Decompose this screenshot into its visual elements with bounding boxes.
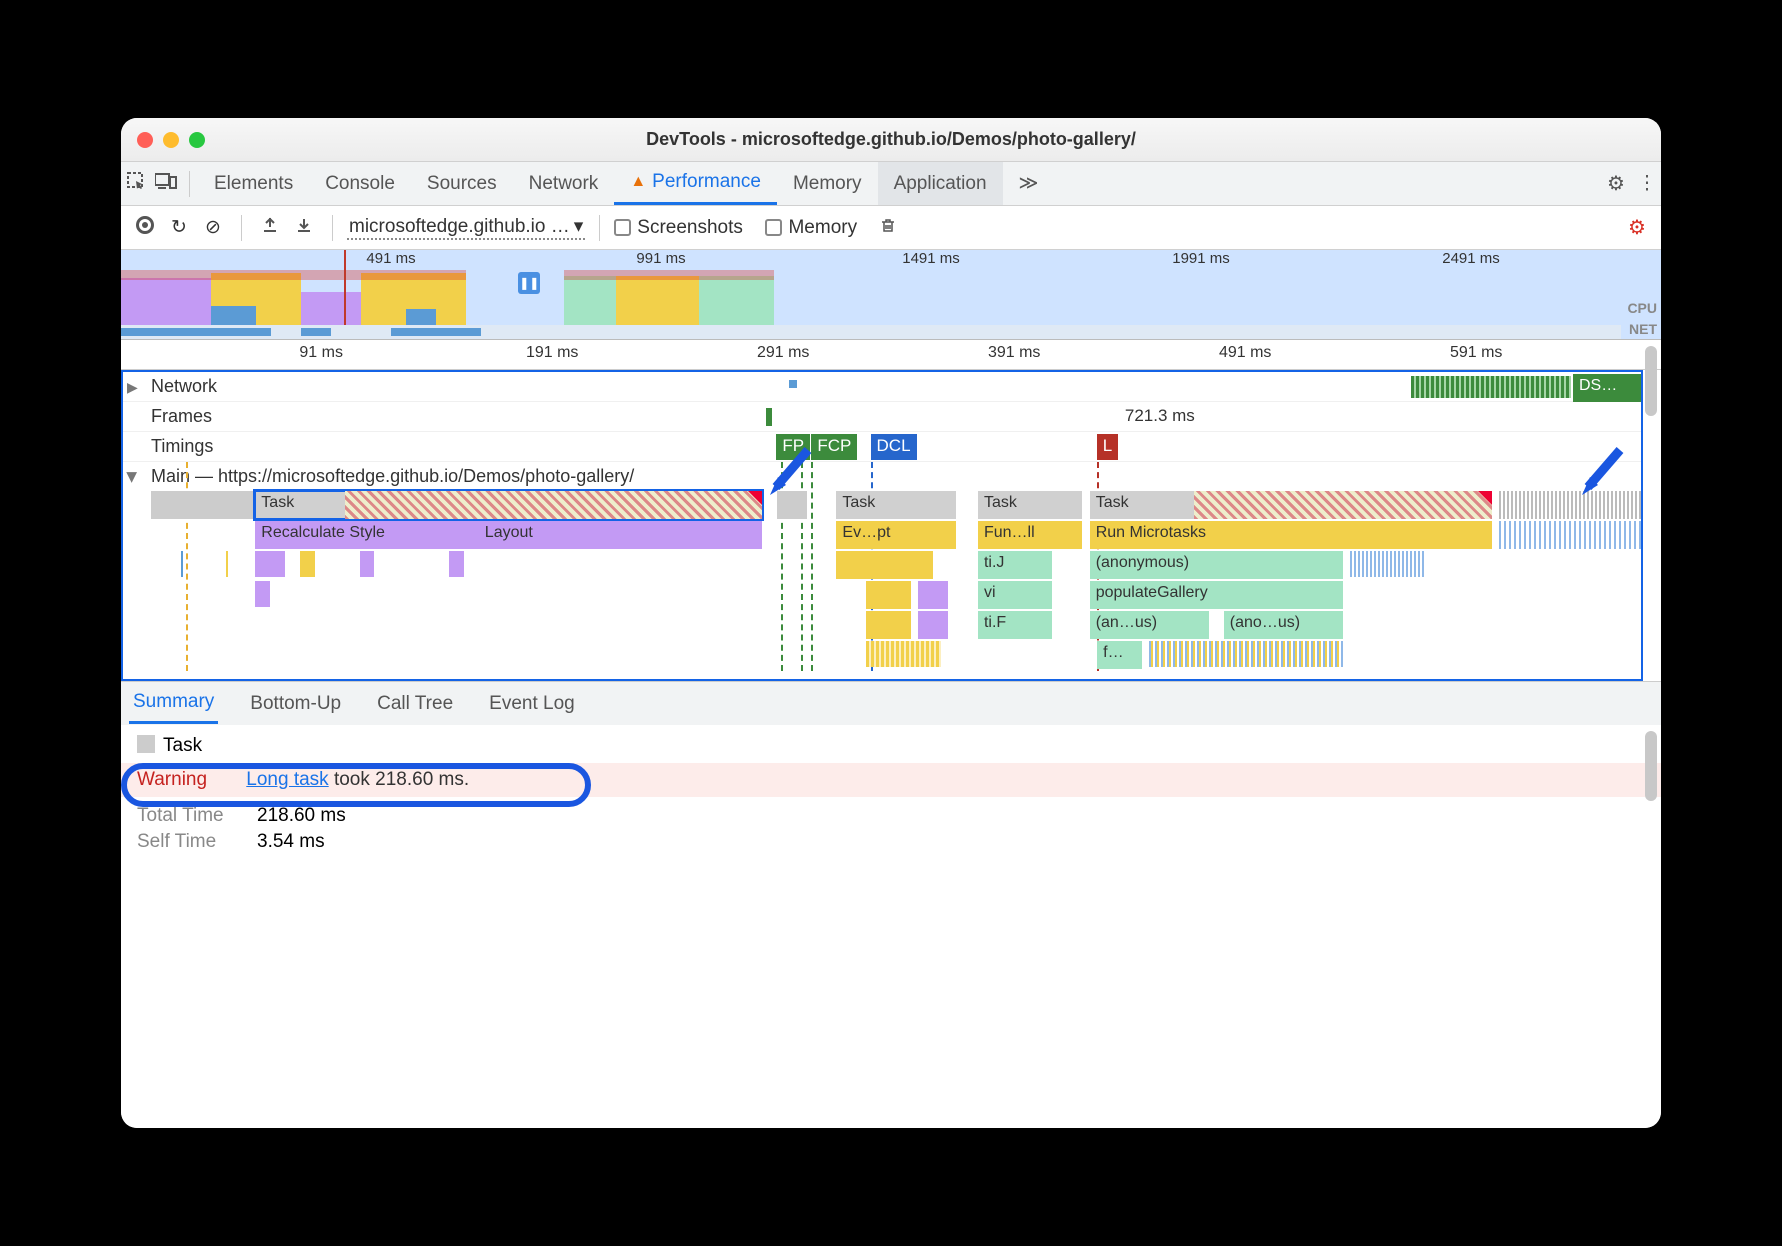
track-frames-label: Frames [123,402,1641,431]
recording-selector[interactable]: microsoftedge.github.io …▾ [347,215,585,240]
screenshots-checkbox[interactable] [614,219,631,236]
titlebar: DevTools - microsoftedge.github.io/Demos… [121,118,1661,162]
tab-performance[interactable]: ▲Performance [614,162,777,205]
overview-timeline[interactable]: 491 ms 991 ms 1491 ms 1991 ms 2491 ms ❚❚ [121,250,1661,340]
long-task-marker-icon [1478,491,1492,505]
run-microtasks-bar[interactable]: Run Microtasks [1090,521,1492,549]
populate-gallery-bar[interactable]: populateGallery [1090,581,1343,609]
settings-gear-icon[interactable]: ⚙ [1601,171,1631,196]
net-overview [121,325,1621,339]
timing-l[interactable]: L [1097,434,1118,460]
long-task-hatch [345,491,762,519]
tabs-overflow-button[interactable]: ≫ [1003,162,1055,205]
self-time-row: Self Time3.54 ms [137,829,1645,855]
screenshots-label: Screenshots [637,217,743,239]
garbage-collect-icon[interactable] [874,215,902,241]
detail-tab-summary[interactable]: Summary [129,683,218,724]
reload-record-button[interactable]: ↻ [165,216,193,239]
load-profile-icon[interactable] [256,216,284,240]
long-task-link[interactable]: Long task [246,769,328,790]
net-overview-label: NET [1629,321,1657,337]
frame-marker-time: 721.3 ms [1125,406,1195,426]
layout-bar[interactable]: Layout [479,521,762,549]
memory-label: Memory [788,217,857,239]
traffic-lights [137,132,205,148]
device-toolbar-icon[interactable] [151,172,181,196]
clear-button[interactable]: ⊘ [199,216,227,239]
track-network[interactable]: ▶ Network DS… [123,372,1641,402]
long-task-marker-icon [748,491,762,505]
warning-icon: ▲ [630,173,646,191]
window-title: DevTools - microsoftedge.github.io/Demos… [121,129,1661,150]
capture-settings-icon[interactable]: ⚙ [1623,215,1651,240]
minimize-window-button[interactable] [163,132,179,148]
track-frames[interactable]: Frames 721.3 ms [123,402,1641,432]
detail-tab-calltree[interactable]: Call Tree [373,685,457,723]
track-main[interactable]: ▶ Main — https://microsoftedge.github.io… [123,462,1641,671]
color-swatch [137,735,155,753]
tab-memory[interactable]: Memory [777,162,878,205]
tab-elements[interactable]: Elements [198,162,309,205]
memory-checkbox[interactable] [765,219,782,236]
timing-dcl[interactable]: DCL [871,434,917,460]
detail-tab-bottomup[interactable]: Bottom-Up [246,685,345,723]
record-button[interactable] [131,216,159,240]
event-name-row: Task [137,735,1645,757]
network-bar-ds[interactable]: DS… [1573,374,1641,402]
more-menu-icon[interactable]: ⋮ [1631,172,1661,195]
flamechart[interactable]: ▶ Network DS… Frames 721.3 ms Timings FP… [121,370,1643,681]
vertical-scrollbar[interactable] [1645,731,1657,801]
main-tabstrip: Elements Console Sources Network ▲Perfor… [121,162,1661,206]
track-timings[interactable]: Timings FP FCP DCL L [123,432,1641,462]
cpu-overview-label: CPU [1627,300,1657,316]
tab-console[interactable]: Console [309,162,411,205]
vertical-scrollbar[interactable] [1645,346,1657,416]
detail-tabstrip: Summary Bottom-Up Call Tree Event Log [121,681,1661,725]
performance-toolbar: ↻ ⊘ microsoftedge.github.io …▾ Screensho… [121,206,1661,250]
devtools-window: DevTools - microsoftedge.github.io/Demos… [121,118,1661,1128]
tab-network[interactable]: Network [513,162,615,205]
inspect-icon[interactable] [121,171,151,197]
detail-tab-eventlog[interactable]: Event Log [485,685,579,723]
close-window-button[interactable] [137,132,153,148]
total-time-row: Total Time218.60 ms [137,803,1645,829]
detail-ruler[interactable]: 91 ms 191 ms 291 ms 391 ms 491 ms 591 ms [121,340,1661,370]
track-main-label: Main — https://microsoftedge.github.io/D… [123,462,1641,491]
tab-application[interactable]: Application [878,162,1003,205]
recalc-style-bar[interactable]: Recalculate Style [255,521,479,549]
overview-handle[interactable]: ❚❚ [518,272,540,294]
warning-row: Warning Long task took 218.60 ms. [121,763,1661,797]
save-profile-icon[interactable] [290,216,318,240]
timing-fcp[interactable]: FCP [811,434,857,460]
anonymous-bar[interactable]: (anonymous) [1090,551,1343,579]
zoom-window-button[interactable] [189,132,205,148]
tab-sources[interactable]: Sources [411,162,513,205]
summary-panel: Task Warning Long task took 218.60 ms. T… [121,725,1661,1128]
